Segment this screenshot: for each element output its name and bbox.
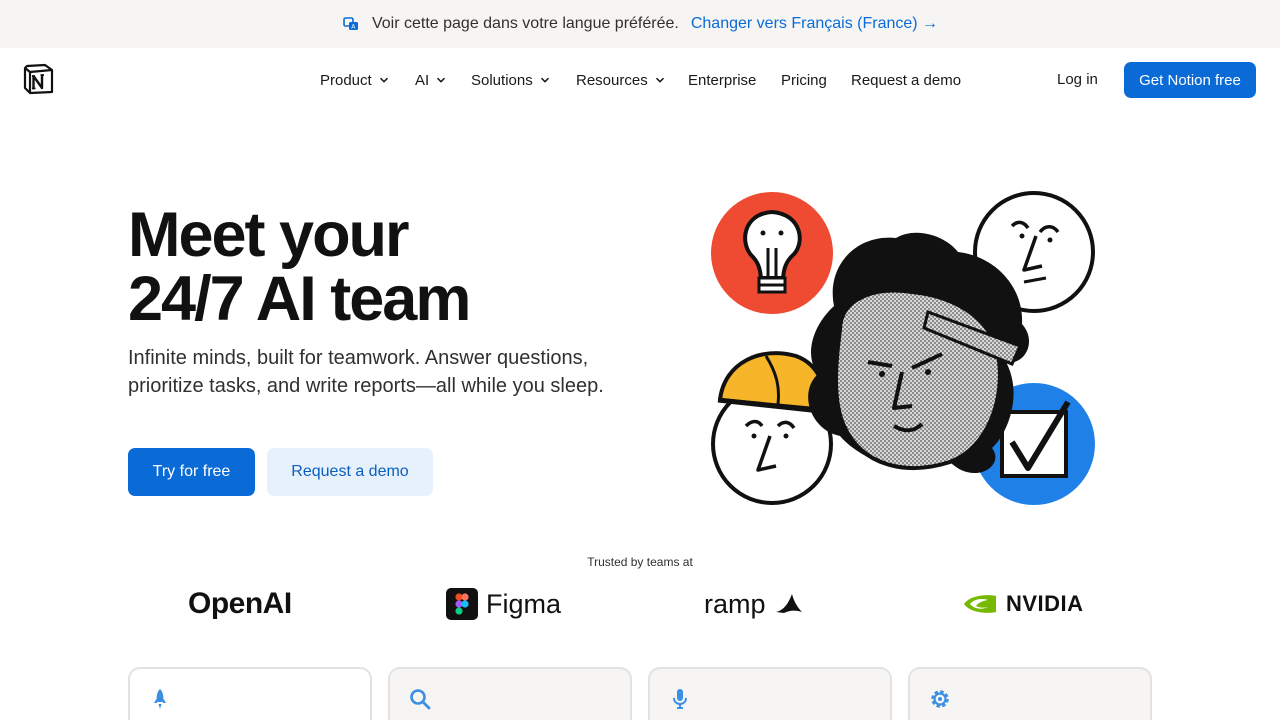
- search-icon: [408, 687, 432, 711]
- banner-message: Voir cette page dans votre langue préfér…: [371, 15, 679, 32]
- lightbulb-icon: [711, 192, 833, 314]
- nav-item-label: Enterprise: [688, 71, 757, 89]
- try-for-free-button[interactable]: Try for free: [128, 448, 255, 496]
- switch-language-link[interactable]: Changer vers Français (France) →: [691, 15, 938, 33]
- login-link[interactable]: Log in: [1057, 71, 1098, 88]
- hero-illustration: [706, 186, 1102, 512]
- trusted-label: Trusted by teams at: [587, 555, 693, 569]
- hero-title: Meet your 24/7 AI team: [128, 203, 648, 331]
- nav-item-product[interactable]: Product: [320, 72, 389, 89]
- customer-logos: OpenAI Figma ramp NVIDIA: [128, 580, 1152, 630]
- feature-card[interactable]: [648, 667, 892, 720]
- hero-subtitle: Infinite minds, built for teamwork. Answ…: [128, 347, 604, 397]
- feature-card[interactable]: [908, 667, 1152, 720]
- nvidia-eye-icon: [964, 595, 996, 613]
- nav-item-label: Request a demo: [851, 71, 962, 89]
- ramp-wordmark: ramp: [704, 588, 766, 619]
- language-banner: A Voir cette page dans votre langue préf…: [0, 0, 1280, 48]
- gear-icon: [928, 687, 952, 711]
- nav-item-label: Solutions: [471, 71, 533, 89]
- rocket-icon: [148, 687, 172, 711]
- nav-item-resources[interactable]: Resources: [576, 72, 665, 89]
- microphone-icon: [668, 687, 692, 711]
- notion-logo[interactable]: [23, 63, 55, 95]
- feature-card[interactable]: [128, 667, 372, 720]
- nvidia-wordmark: NVIDIA: [1006, 591, 1084, 616]
- center-character: [808, 232, 1030, 474]
- nav-item-pricing[interactable]: Pricing: [781, 72, 827, 89]
- nav-item-enterprise[interactable]: Enterprise: [688, 72, 756, 89]
- nav-item-label: Resources: [576, 71, 648, 89]
- worker-face-circle: [711, 351, 833, 505]
- chevron-down-icon: [655, 75, 665, 85]
- nav-item-solutions[interactable]: Solutions: [471, 72, 550, 89]
- request-demo-button[interactable]: Request a demo: [267, 448, 433, 496]
- get-notion-free-button[interactable]: Get Notion free: [1124, 62, 1256, 98]
- figma-wordmark: Figma: [486, 588, 562, 619]
- nav-item-label: Product: [320, 71, 372, 89]
- openai-logo: OpenAI: [188, 580, 292, 628]
- nvidia-logo: NVIDIA: [962, 580, 1084, 628]
- openai-wordmark: OpenAI: [188, 587, 292, 620]
- nav-item-label: AI: [415, 71, 430, 89]
- feature-card[interactable]: [388, 667, 632, 720]
- figma-icon: [446, 588, 478, 620]
- chevron-down-icon: [379, 75, 389, 85]
- translate-icon: A: [342, 15, 360, 33]
- top-nav: Product AI Solutions Resources Enterpris…: [0, 48, 1280, 112]
- figma-logo: Figma: [446, 580, 561, 628]
- nav-item-request-demo[interactable]: Request a demo: [851, 72, 961, 89]
- feature-cards: [128, 667, 1152, 720]
- nav-item-ai[interactable]: AI: [415, 72, 446, 89]
- ramp-icon: [775, 594, 802, 613]
- ramp-logo: ramp: [704, 580, 804, 628]
- chevron-down-icon: [540, 75, 550, 85]
- hero-title-line1: Meet your: [128, 200, 410, 270]
- nav-item-label: Pricing: [781, 71, 827, 89]
- chevron-down-icon: [436, 75, 446, 85]
- hero-title-line2: 24/7 AI team: [128, 264, 471, 334]
